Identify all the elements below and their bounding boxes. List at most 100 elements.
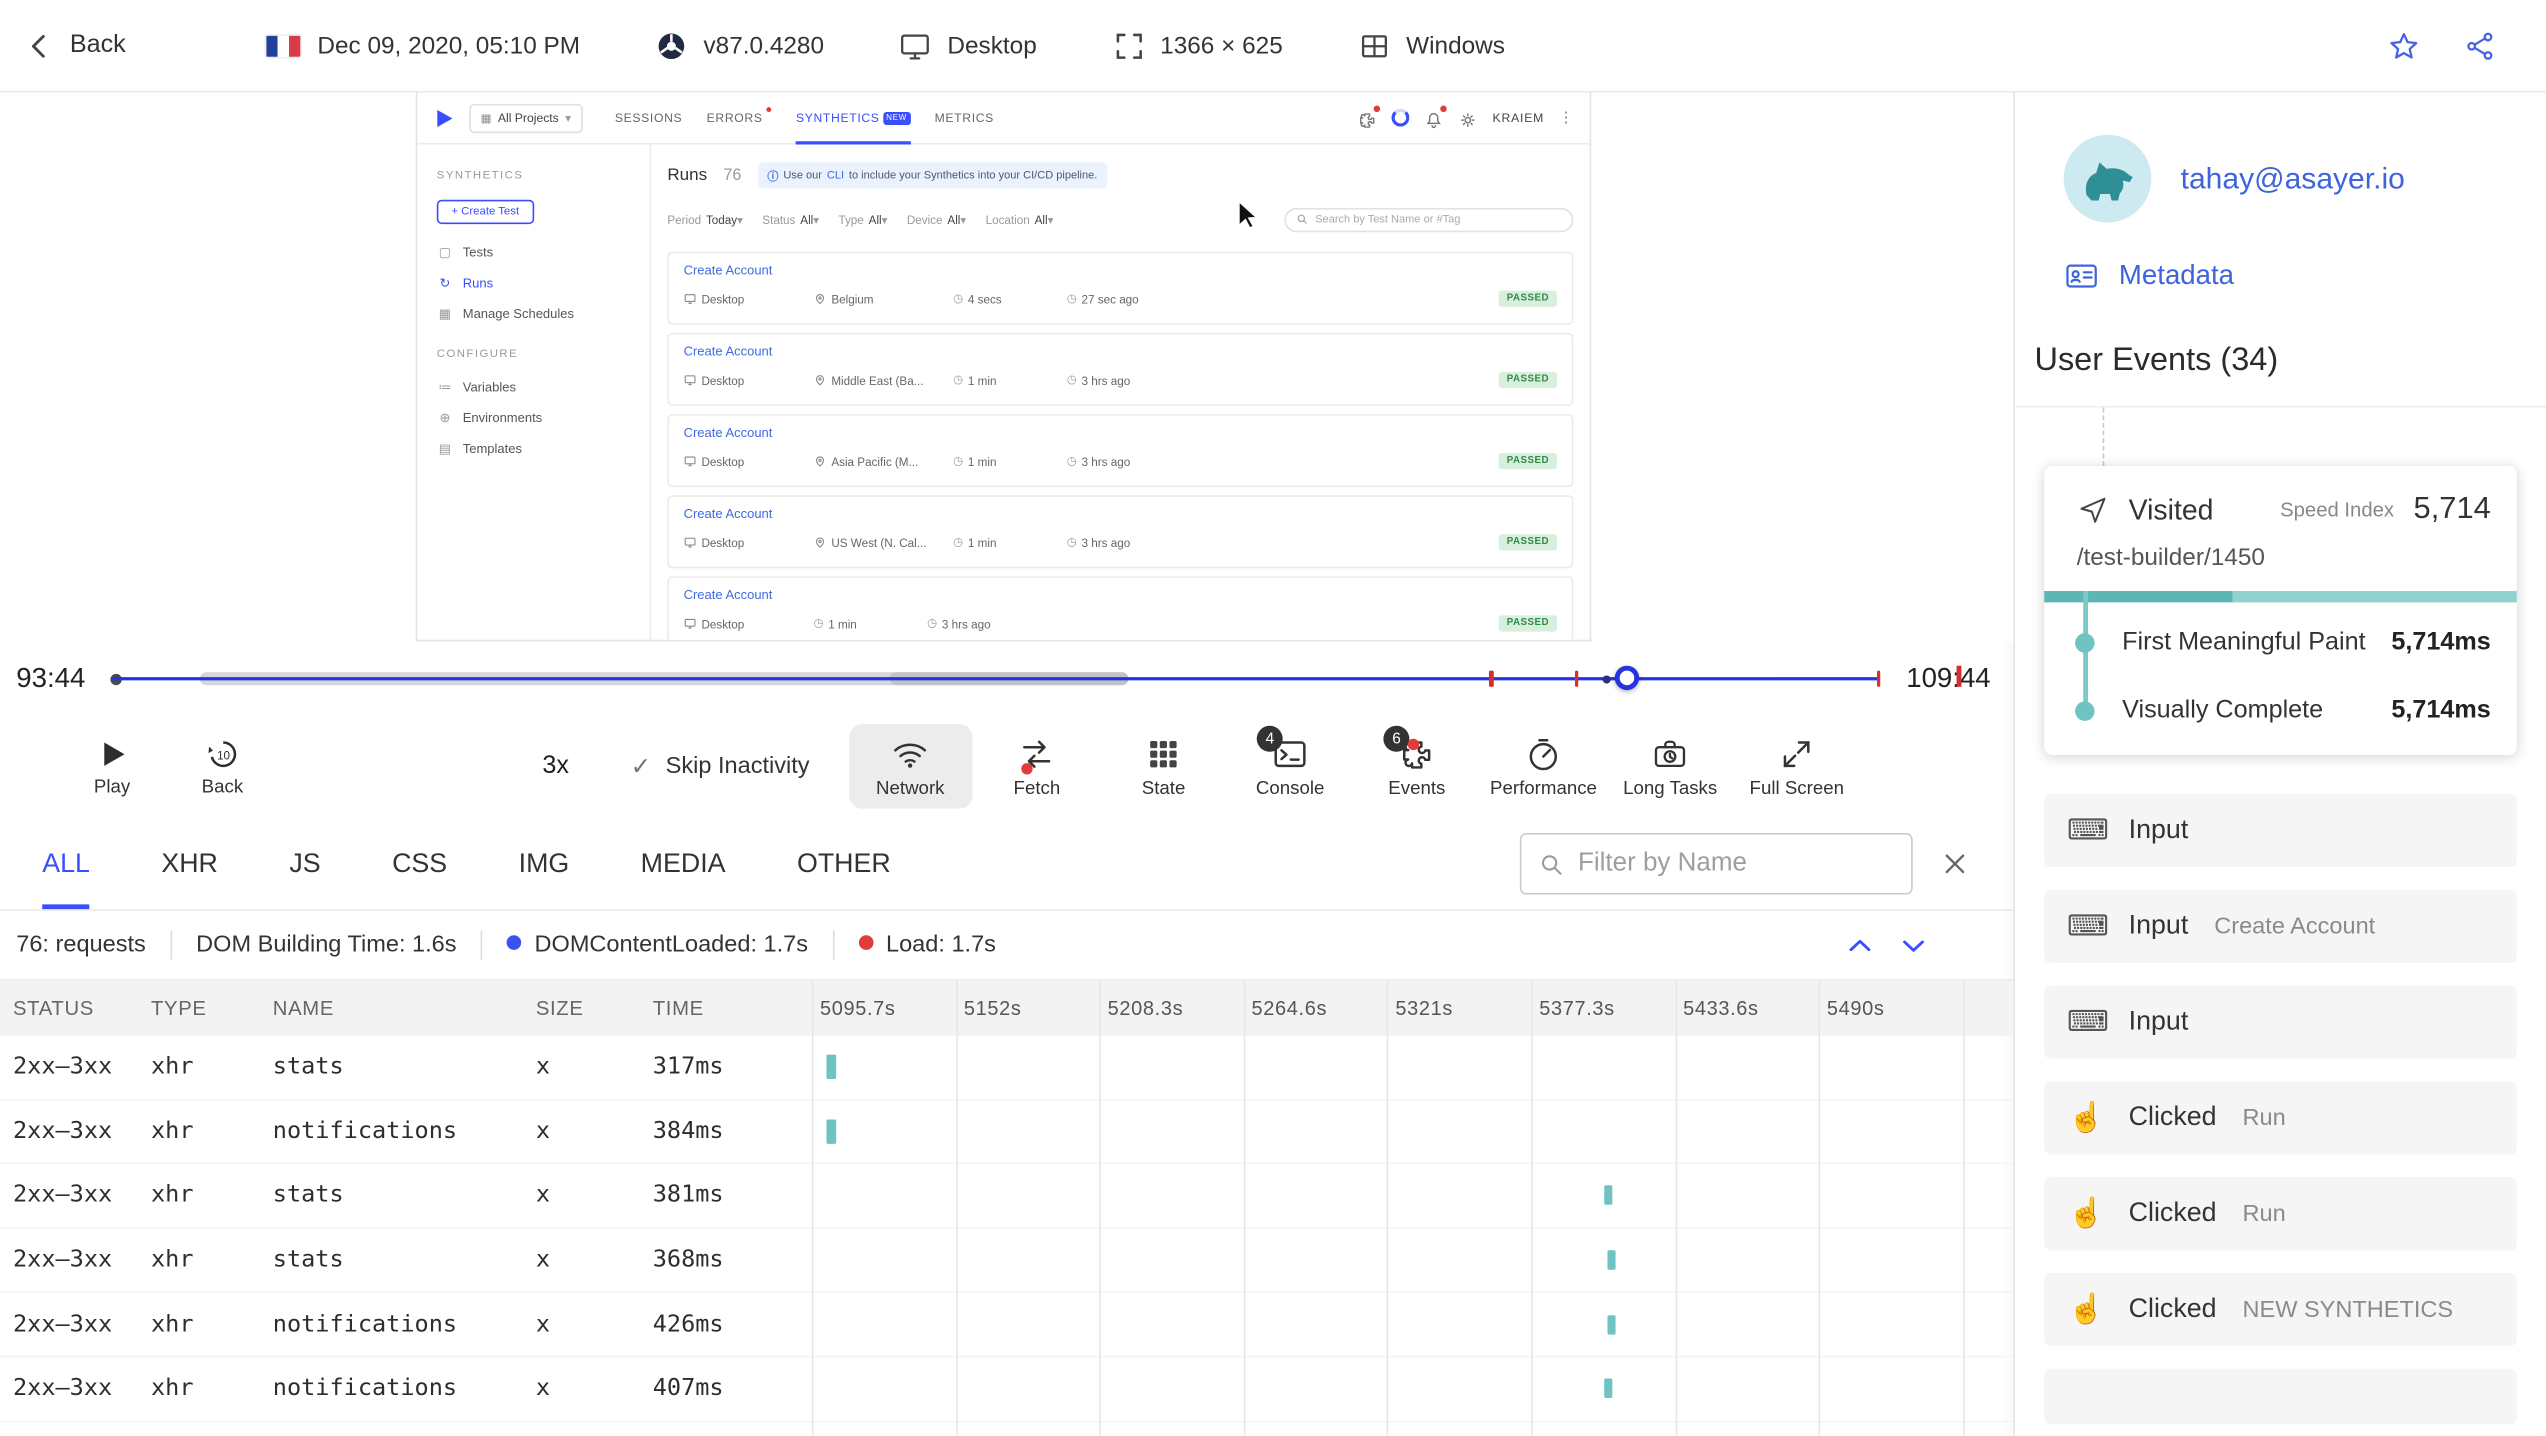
network-request-row[interactable]: 2xx–3xxxhrnotificationsx384ms [0, 1100, 2013, 1164]
event-card-clicked[interactable]: ☝ClickedRun [2044, 1081, 2516, 1154]
performance-panel-button[interactable]: Performance [1482, 724, 1605, 808]
user-email[interactable]: tahay@asayer.io [2181, 161, 2405, 197]
console-icon: 4 [1272, 736, 1309, 775]
run-name-link: Create Account [684, 588, 1558, 603]
run-name-link: Create Account [684, 425, 1558, 440]
waterfall-cell [812, 1100, 2014, 1163]
metric-value: 5,714ms [2391, 628, 2490, 657]
filter-period: PeriodToday▾ [667, 212, 742, 227]
network-panel-button[interactable]: Network [849, 724, 972, 808]
fetch-panel-button[interactable]: Fetch [975, 724, 1098, 808]
run-location: Belgium [813, 291, 953, 306]
playhead[interactable] [1615, 666, 1639, 690]
device-label: Desktop [701, 616, 744, 631]
hyena-avatar-icon [2080, 154, 2135, 203]
play-icon [93, 736, 130, 773]
run-location: Asia Pacific (M... [813, 454, 953, 469]
browser-version: v87.0.4280 [703, 32, 824, 60]
longtasks-panel-button[interactable]: Long Tasks [1608, 724, 1731, 808]
network-request-row[interactable]: 2xx–3xxxhrstatsx368ms [0, 1229, 2013, 1293]
run-duration: ◷1 min [813, 616, 927, 631]
back-label: Back [70, 31, 126, 60]
hand-icon: ☝ [2067, 1292, 2106, 1326]
network-tab-media[interactable]: MEDIA [641, 818, 726, 909]
run-card: Create AccountDesktop◷1 min◷3 hrs agoPAS… [667, 576, 1573, 641]
navigation-icon [2077, 494, 2109, 526]
total-time: 109:44 [1906, 662, 1990, 693]
close-icon [1939, 848, 1971, 880]
metadata-button[interactable]: Metadata [2015, 242, 2546, 320]
location-label: Middle East (Ba... [831, 373, 923, 388]
filter-input-box[interactable] [1520, 833, 1913, 895]
runs-filters: PeriodToday▾StatusAll▾TypeAll▾DeviceAll▾… [667, 206, 1573, 232]
jump-previous-button[interactable] [1845, 930, 1876, 961]
network-request-row[interactable]: 2xx–3xxxhrnotificationsx407ms [0, 1357, 2013, 1421]
timeline-row: 93:44 109:44 [0, 641, 2013, 714]
clock-icon: ◷ [953, 373, 963, 386]
waterfall-cell [812, 1229, 2014, 1292]
user-events-list: ⌨Input ⌨InputCreate Account ⌨Input ☝Clicked… [2044, 794, 2516, 1346]
page-load-bar [2044, 591, 2516, 602]
device-label: Desktop [701, 535, 744, 550]
player-controls: Play 10 Back 3x ✓ Skip Inactivity Networ… [0, 714, 2013, 818]
network-request-row[interactable]: 2xx–3xxxhrstatsx381ms [0, 1164, 2013, 1228]
run-duration: ◷1 min [953, 454, 1067, 469]
event-card-clicked[interactable]: ☝ClickedNEW SYNTHETICS [2044, 1273, 2516, 1346]
session-sidebar: tahay@asayer.io Metadata User Events (34… [2013, 93, 2546, 1436]
state-panel-button[interactable]: State [1102, 724, 1225, 808]
paint-metrics: First Meaningful Paint5,714msVisually Co… [2044, 602, 2516, 755]
runs-list: Create AccountDesktopBelgium◷4 secs◷27 s… [667, 252, 1573, 642]
star-icon [2387, 28, 2421, 62]
topbar: Back Dec 09, 2020, 05:10 PM v87.0.4280 D… [0, 0, 2546, 93]
event-marker [1574, 670, 1578, 686]
share-button[interactable] [2463, 28, 2497, 62]
metric-label: First Meaningful Paint [2122, 628, 2365, 657]
favorite-button[interactable] [2387, 28, 2421, 62]
event-detail: NEW SYNTHETICS [2243, 1297, 2454, 1323]
network-tab-xhr[interactable]: XHR [161, 818, 218, 909]
run-card: Create AccountDesktopMiddle East (Ba...◷… [667, 333, 1573, 406]
skip-inactivity-toggle[interactable]: ✓ Skip Inactivity [631, 752, 810, 781]
fullscreen-panel-button[interactable]: Full Screen [1735, 724, 1858, 808]
replayed-sidebar-item-manage-schedules: ▦Manage Schedules [437, 299, 630, 330]
speed-button[interactable]: 3x [542, 752, 569, 781]
screen-size-icon [1111, 28, 1145, 62]
clock-icon: ◷ [1067, 536, 1077, 549]
status-badge: PASSED [1499, 291, 1558, 307]
events-panel-button[interactable]: 6Events [1355, 724, 1478, 808]
network-tab-css[interactable]: CSS [392, 818, 447, 909]
variables-icon: ≔ [437, 380, 453, 395]
filter-input[interactable] [1578, 849, 1895, 878]
console-panel-button[interactable]: 4Console [1229, 724, 1352, 808]
network-tab-img[interactable]: IMG [519, 818, 570, 909]
topbar-actions [2387, 28, 2523, 62]
network-tab-other[interactable]: OTHER [797, 818, 891, 909]
play-button[interactable]: Play [71, 736, 152, 798]
replayed-sidebar-item-environments: ⊕Environments [437, 403, 630, 434]
event-dot [1603, 675, 1611, 683]
jump-next-button[interactable] [1898, 930, 1929, 961]
event-card-partial[interactable] [2044, 1369, 2516, 1424]
network-tab-all[interactable]: ALL [42, 818, 90, 909]
section-label: CONFIGURE [437, 349, 630, 360]
event-card-input[interactable]: ⌨Input [2044, 986, 2516, 1059]
event-card-clicked[interactable]: ☝ClickedRun [2044, 1177, 2516, 1250]
session-date: Dec 09, 2020, 05:10 PM [317, 32, 580, 60]
back-10s-button[interactable]: 10 Back [182, 736, 263, 798]
event-card-input[interactable]: ⌨Input [2044, 794, 2516, 867]
duration-label: 1 min [968, 454, 997, 469]
visited-event-card[interactable]: Visited Speed Index 5,714 /test-builder/… [2044, 466, 2516, 755]
time-column-label: 5208.3s [1100, 997, 1244, 1020]
event-card-input[interactable]: ⌨InputCreate Account [2044, 890, 2516, 963]
run-duration: ◷1 min [953, 535, 1067, 550]
network-request-row[interactable]: 2xx–3xxxhrstatsx317ms [0, 1036, 2013, 1100]
timeline-track[interactable] [111, 663, 1880, 692]
network-request-row[interactable]: 2xx–3xxxhrnotificationsx426ms [0, 1293, 2013, 1357]
close-panel-button[interactable] [1939, 848, 1971, 880]
run-time-ago: ◷3 hrs ago [1067, 373, 1229, 388]
back-button[interactable]: Back [23, 28, 126, 62]
network-tab-js[interactable]: JS [289, 818, 320, 909]
runs-count: 76 [723, 166, 741, 184]
run-card: Create AccountDesktopUS West (N. Cal...◷… [667, 495, 1573, 568]
browser-icon [655, 28, 689, 62]
